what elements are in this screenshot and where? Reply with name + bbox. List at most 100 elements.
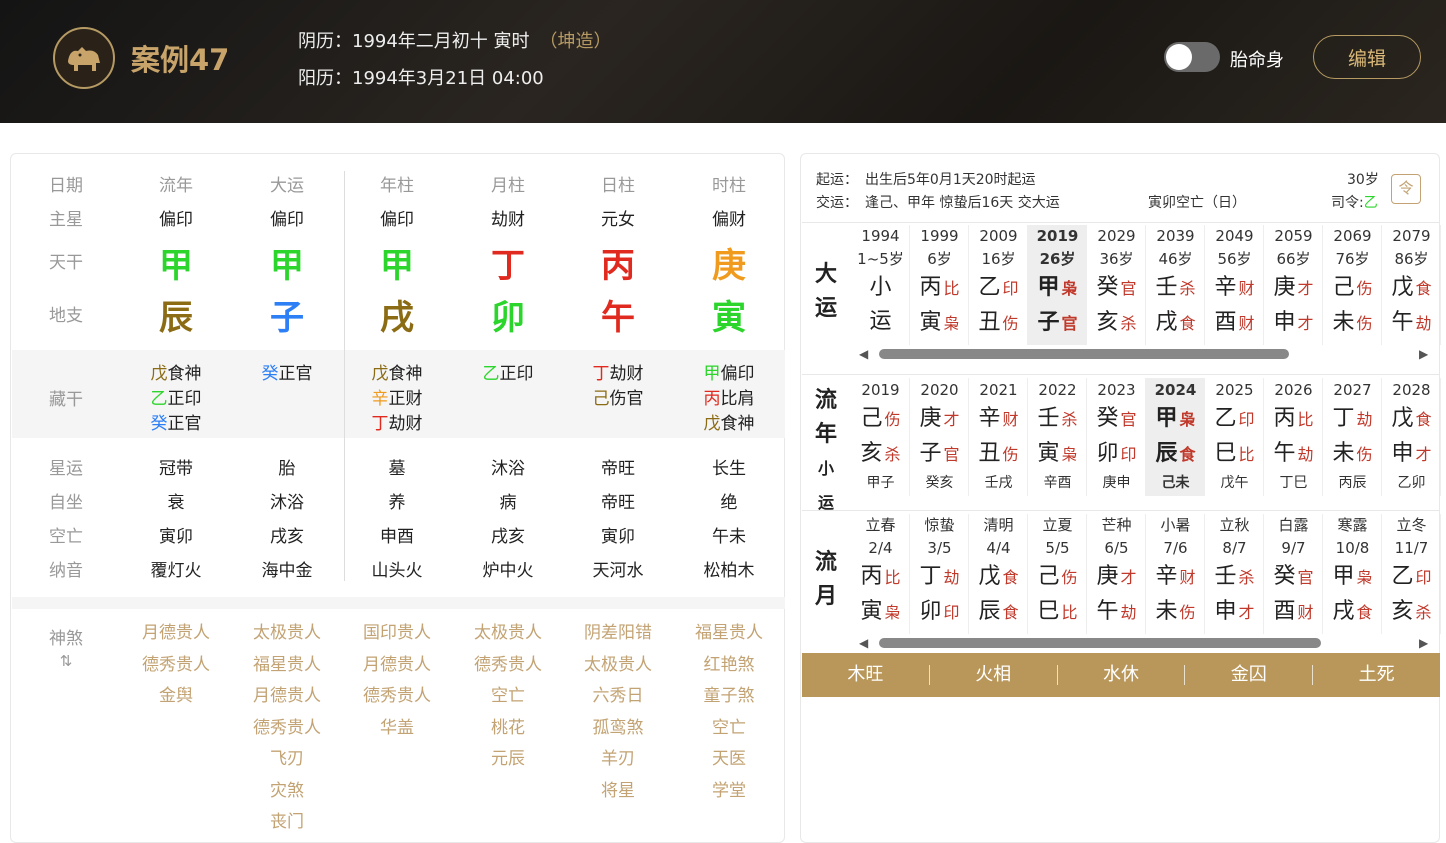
solar-term: 芒种 [1101,516,1132,534]
liuyue-column[interactable]: 惊蛰 3/5 丁劫卯印 [910,514,969,634]
heavenly-stem: 甲 [270,246,304,286]
shensha-item[interactable]: 红艳煞 [674,650,784,682]
ten-god: 枭 [1061,279,1078,298]
shensha-item[interactable]: 将星 [563,776,673,808]
liuyue-column[interactable]: 白露 9/7 癸官酉财 [1264,514,1323,634]
age: 86岁 [1394,250,1429,268]
liuyue-column[interactable]: 寒露 10/8 甲枭戌食 [1323,514,1382,634]
liunian-column[interactable]: 2026 丙比午劫丁巳 [1264,378,1323,496]
shensha-item[interactable]: 太极贵人 [453,618,563,650]
shensha-item[interactable]: 德秀贵人 [342,681,452,713]
shensha-item[interactable]: 华盖 [342,713,452,745]
scrollbar-thumb[interactable] [879,349,1289,359]
stem-row: 丙比 [851,560,910,595]
liuyue-column[interactable]: 立冬 11/7 乙印亥杀 [1382,514,1441,634]
branch: 亥 [1391,599,1414,624]
liunian-column[interactable]: 2023 癸官卯印庚申 [1087,378,1146,496]
shensha-item[interactable]: 太极贵人 [563,650,673,682]
dayun-column[interactable]: 2009 16岁乙印丑伤 [969,225,1028,345]
shensha-item[interactable]: 月德贵人 [121,618,231,650]
scroll-left-icon[interactable]: ◀ [859,347,868,361]
liunian-column[interactable]: 2022 壬杀寅枭辛酉 [1028,378,1087,496]
shensha-item[interactable]: 六秀日 [563,681,673,713]
liuyue-column[interactable]: 立春 2/4 丙比寅枭 [851,514,910,634]
shensha-item[interactable]: 丧门 [232,807,342,839]
hidden-stem-char: 癸 [261,364,279,384]
ten-god: 比 [1297,410,1314,429]
dayun-column[interactable]: 2079 86岁戊食午劫 [1382,225,1441,345]
liuyue-column[interactable]: 小暑 7/6 辛财未伤 [1146,514,1205,634]
xingyun-value: 帝旺 [601,459,635,479]
column-separator [1381,514,1382,634]
stem: 乙 [978,275,1001,300]
shensha-item[interactable]: 福星贵人 [674,618,784,650]
ten-god: 食 [1356,603,1373,622]
liunian-column[interactable]: 2027 丁劫未伤丙辰 [1323,378,1382,496]
stem: 丁 [1332,406,1355,431]
branch-row: 卯印 [1087,437,1146,472]
shensha-item[interactable]: 德秀贵人 [453,650,563,682]
shensha-item[interactable]: 月德贵人 [342,650,452,682]
main-star: 偏印 [270,210,304,230]
shensha-item[interactable]: 学堂 [674,776,784,808]
shensha-item[interactable]: 桃花 [453,713,563,745]
shensha-item[interactable]: 太极贵人 [232,618,342,650]
liunian-column[interactable]: 2024 甲枭辰食己未 [1146,378,1205,496]
stem: 丁 [919,564,942,589]
edit-button[interactable]: 编辑 [1313,35,1421,79]
ten-god: 比 [1238,445,1255,464]
branch: 运 [869,309,892,334]
dayun-column[interactable]: 1994 1~5岁小运 [851,225,910,345]
shensha-item[interactable]: 国印贵人 [342,618,452,650]
hidden-stem-item: 辛正财 [342,387,452,412]
zizuo-value: 绝 [720,493,738,513]
shensha-item[interactable]: 金舆 [121,681,231,713]
liunian-column[interactable]: 2025 乙印巳比戊午 [1205,378,1264,496]
shensha-item[interactable]: 德秀贵人 [121,650,231,682]
shensha-item[interactable]: 空亡 [453,681,563,713]
stem-row: 乙印 [1382,560,1441,595]
dayun-column[interactable]: 2029 36岁癸官亥杀 [1087,225,1146,345]
wuxing-bar: 木旺 火相 水休 金囚 土死 [802,653,1440,697]
shensha-item[interactable]: 羊刃 [563,744,673,776]
liunian-column[interactable]: 2020 庚才子官癸亥 [910,378,969,496]
liuyue-column[interactable]: 芒种 6/5 庚才午劫 [1087,514,1146,634]
liuyue-column[interactable]: 立秋 8/7 壬杀申才 [1205,514,1264,634]
liuyue-column[interactable]: 清明 4/4 戊食辰食 [969,514,1028,634]
taimingshen-toggle[interactable] [1164,42,1220,72]
heavenly-stem: 甲 [159,246,193,286]
liuyue-column[interactable]: 立夏 5/5 己伤巳比 [1028,514,1087,634]
shensha-item[interactable]: 元辰 [453,744,563,776]
liunian-column[interactable]: 2019 己伤亥杀甲子 [851,378,910,496]
branch: 丑 [978,441,1001,466]
dayun-column[interactable]: 2019 26岁甲枭子官 [1028,225,1087,345]
branch-row: 酉财 [1264,595,1323,630]
dayun-column[interactable]: 1999 6岁丙比寅枭 [910,225,969,345]
dayun-column[interactable]: 2039 46岁壬杀戌食 [1146,225,1205,345]
shensha-item[interactable]: 童子煞 [674,681,784,713]
shensha-item[interactable]: 空亡 [674,713,784,745]
liunian-column[interactable]: 2028 戊食申才乙卯 [1382,378,1441,496]
shensha-item[interactable]: 灾煞 [232,776,342,808]
shensha-item[interactable]: 阴差阳错 [563,618,673,650]
ten-god: 比 [1061,603,1078,622]
column-header: 日柱 [601,176,635,196]
xingyun-value: 墓 [388,459,406,479]
shensha-item[interactable]: 飞刃 [232,744,342,776]
zizuo-value: 病 [499,493,517,513]
scroll-right-icon[interactable]: ▶ [1419,347,1428,361]
dayun-column[interactable]: 2049 56岁辛财酉财 [1205,225,1264,345]
shensha-item[interactable]: 月德贵人 [232,681,342,713]
shensha-item[interactable]: 德秀贵人 [232,713,342,745]
scroll-left-icon[interactable]: ◀ [859,636,868,650]
shensha-item[interactable]: 天医 [674,744,784,776]
branch-row: 申才 [1264,306,1323,341]
shensha-item[interactable]: 福星贵人 [232,650,342,682]
dayun-column[interactable]: 2059 66岁庚才申才 [1264,225,1323,345]
scroll-right-icon[interactable]: ▶ [1419,636,1428,650]
scrollbar-thumb[interactable] [879,638,1321,648]
calendar-icon[interactable]: 令 [1391,174,1421,204]
liunian-column[interactable]: 2021 辛财丑伤壬戌 [969,378,1028,496]
shensha-item[interactable]: 孤鸾煞 [563,713,673,745]
dayun-column[interactable]: 2069 76岁己伤未伤 [1323,225,1382,345]
